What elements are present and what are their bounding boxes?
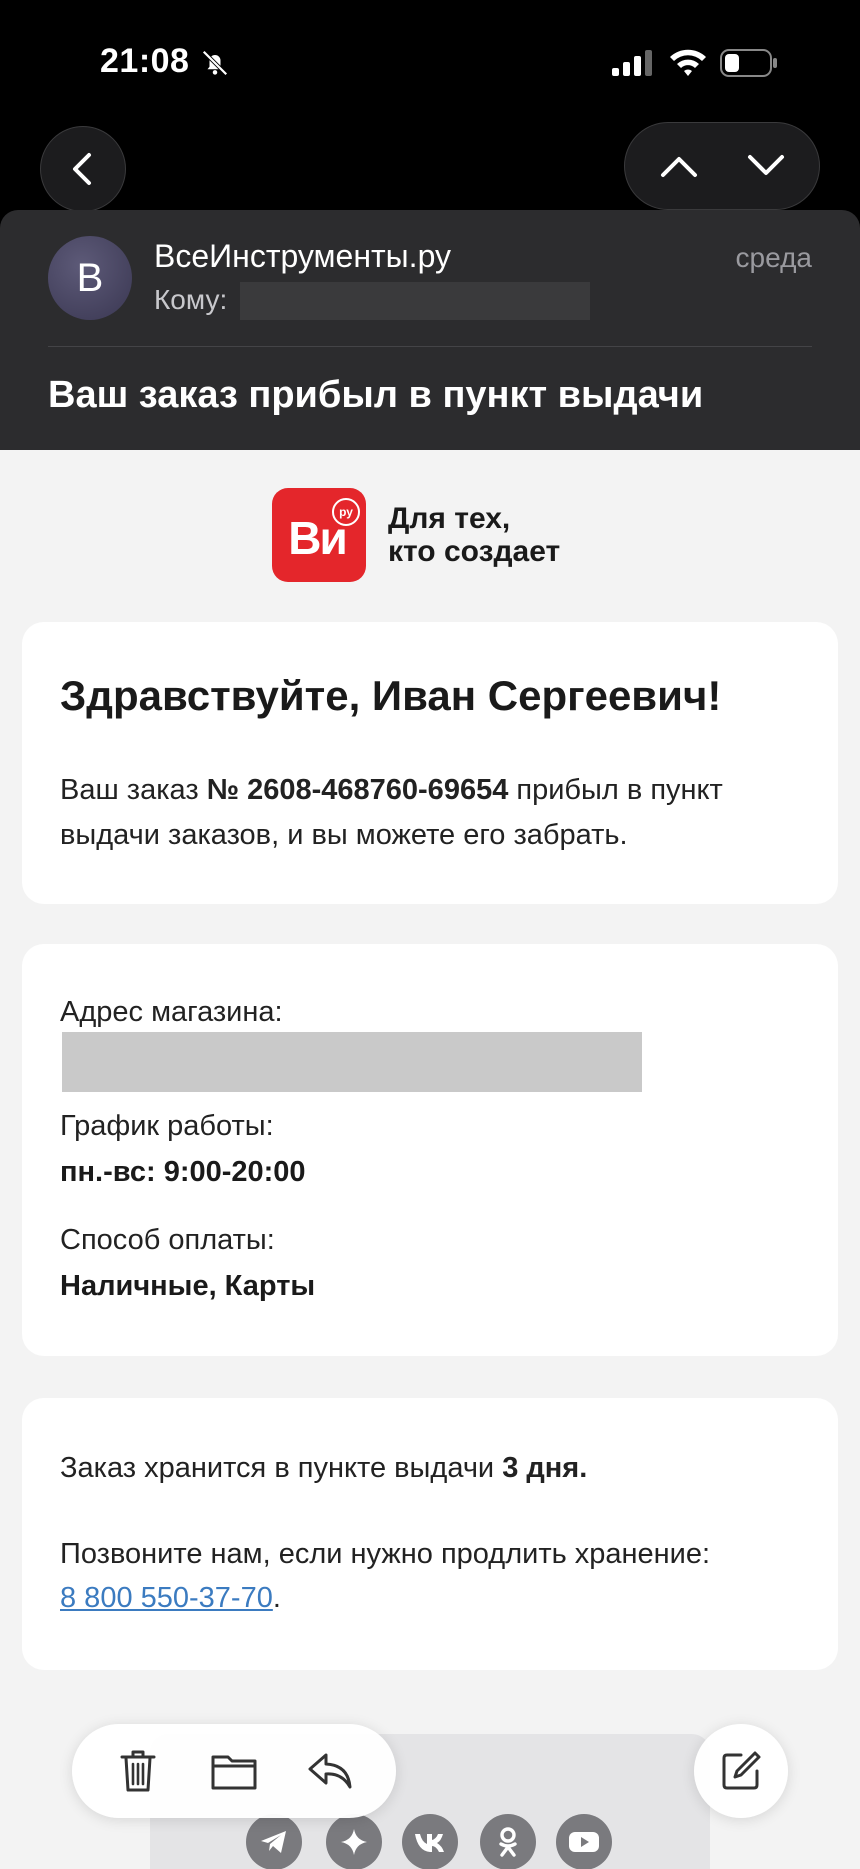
sender-avatar[interactable]: В [48,236,132,320]
store-info-card: Адрес магазина: График работы: пн.-вс: 9… [22,944,838,1356]
sender-name[interactable]: ВсеИнструменты.ру [154,238,451,275]
storage-days: 3 дня. [502,1452,588,1484]
email-action-toolbar [72,1724,396,1818]
storage-message: Заказ хранится в пункте выдачи 3 дня. [60,1452,587,1485]
logo-badge: ру [332,498,360,526]
tagline-line-2: кто создает [388,535,561,568]
vk-icon[interactable] [402,1814,458,1869]
chevron-up-icon [660,157,697,177]
phone-line: 8 800 550-37-70. [60,1582,281,1615]
logo-mark: Ви ру [272,488,366,582]
recipient-redacted [240,282,590,320]
previous-message-button[interactable] [647,134,711,198]
hours-label: График работы: [60,1110,274,1142]
telegram-icon[interactable] [246,1814,302,1869]
payment-value: Наличные, Карты [60,1270,316,1302]
delete-button[interactable] [106,1739,170,1803]
logo-tagline: Для тех, кто создает [388,502,560,568]
recipient-label: Кому: [154,284,228,315]
back-button[interactable] [40,126,126,212]
greeting-heading: Здравствуйте, Иван Сергеевич! [60,672,722,719]
compose-icon [722,1751,761,1790]
battery-icon [720,49,777,77]
ok-icon[interactable] [480,1814,536,1869]
payment-label: Способ оплаты: [60,1224,275,1256]
move-to-folder-button[interactable] [202,1739,266,1803]
greeting-card: Здравствуйте, Иван Сергеевич! Ваш заказ … [22,622,838,904]
next-message-button[interactable] [734,134,798,198]
storage-card: Заказ хранится в пункте выдачи 3 дня. По… [22,1398,838,1670]
brand-logo: Ви ру Для тех, кто создает [272,488,560,582]
order-number: № 2608-468760-69654 [206,774,509,806]
phone-link[interactable]: 8 800 550-37-70 [60,1582,273,1614]
reply-icon [308,1753,352,1789]
compose-button[interactable] [694,1724,788,1818]
call-text: Позвоните нам, если нужно продлить хране… [60,1538,711,1570]
email-date: среда [735,242,812,273]
storage-text: Заказ хранится в пункте выдачи [60,1452,503,1484]
folder-icon [211,1755,257,1790]
order-text-before: Ваш заказ [60,774,207,806]
trash-icon [120,1750,156,1792]
chevron-left-icon [73,153,91,185]
wifi-icon [670,49,706,76]
address-redacted [62,1032,642,1092]
email-subject: Ваш заказ прибыл в пункт выдачи [48,374,704,416]
message-nav-group [624,122,820,210]
youtube-icon[interactable] [556,1814,612,1869]
email-header: В ВсеИнструменты.ру среда Кому: Ваш зака… [0,210,860,450]
bell-off-icon [202,50,228,76]
phone-suffix: . [272,1582,281,1614]
status-time: 21:08 [100,42,190,80]
address-label: Адрес магазина: [60,996,283,1028]
hours-value: пн.-вс: 9:00-20:00 [60,1156,306,1188]
order-message: Ваш заказ № 2608-468760-69654 прибыл в п… [60,768,800,858]
signal-icon [612,50,652,76]
header-divider [48,346,812,347]
tagline-line-1: Для тех, [388,502,511,535]
sparkle-icon[interactable] [326,1814,382,1869]
chevron-down-icon [747,155,784,175]
reply-button[interactable] [298,1739,362,1803]
